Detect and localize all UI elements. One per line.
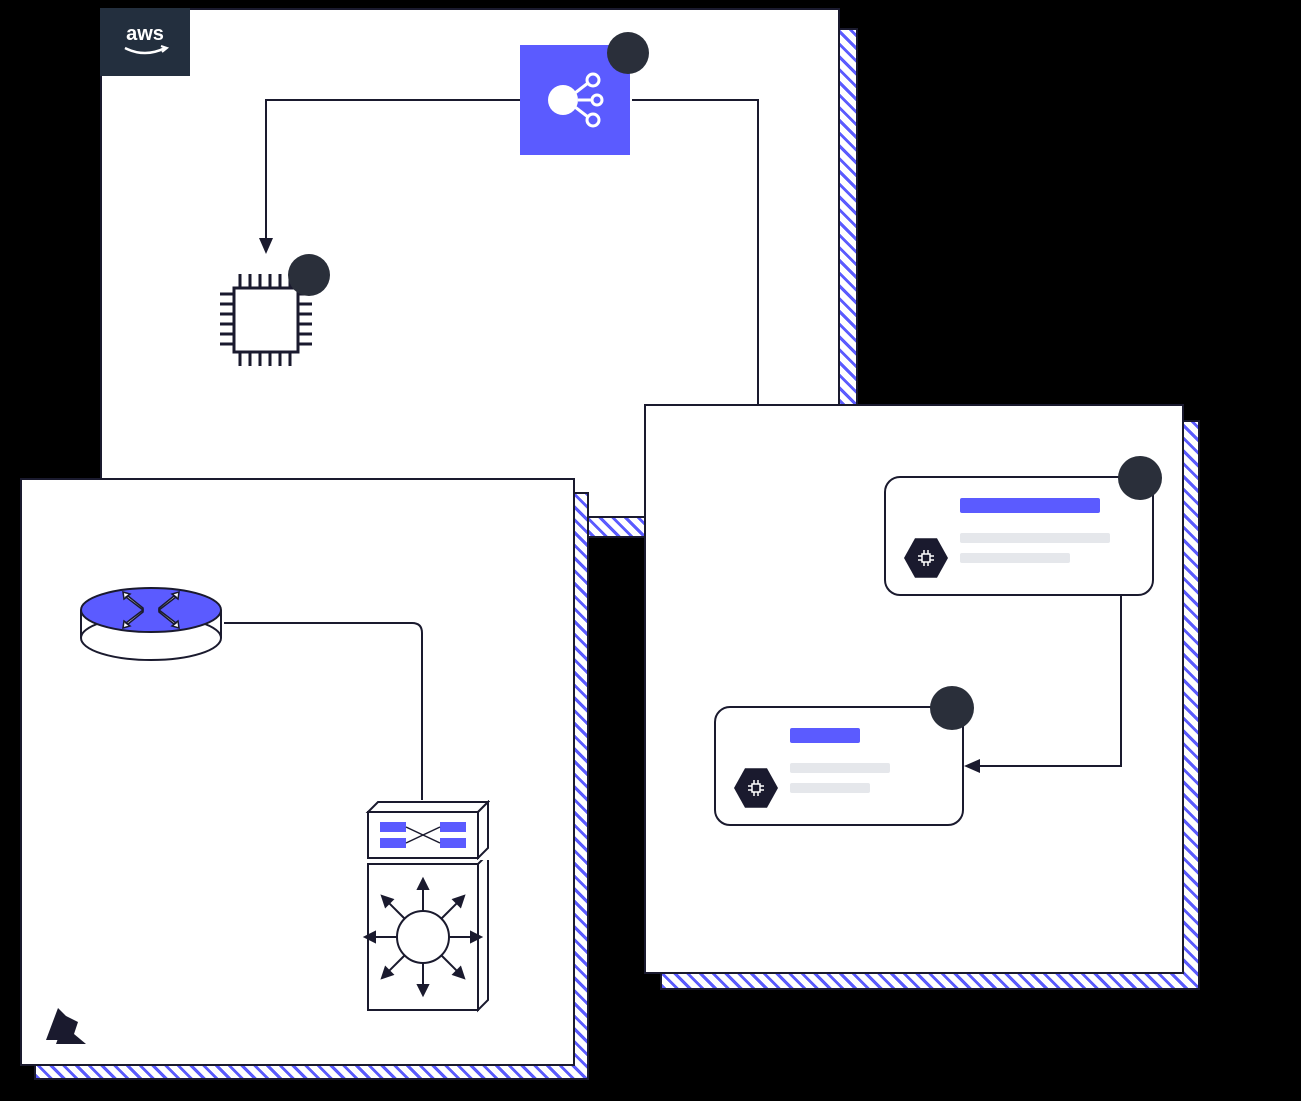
card-1-line-2 (960, 553, 1070, 563)
card-1-line-1 (960, 533, 1110, 543)
bottom-left-panel (20, 478, 575, 1066)
cpu-chip-dot (288, 254, 330, 296)
share-node-dot (607, 32, 649, 74)
right-panel (644, 404, 1184, 974)
chip-hex-icon (734, 766, 778, 810)
network-switch-icon (360, 800, 490, 862)
info-card-1 (884, 476, 1154, 596)
card-1-dot (1118, 456, 1162, 500)
chip-hex-icon (904, 536, 948, 580)
card-2-title (790, 728, 860, 743)
info-card-2 (714, 706, 964, 826)
card-2-dot (930, 686, 974, 730)
hub-star-icon (360, 860, 490, 1016)
card-1-title (960, 498, 1100, 513)
router-disc-icon (76, 568, 226, 668)
azure-badge-icon (42, 1004, 90, 1048)
card-2-line-1 (790, 763, 890, 773)
card-2-line-2 (790, 783, 870, 793)
